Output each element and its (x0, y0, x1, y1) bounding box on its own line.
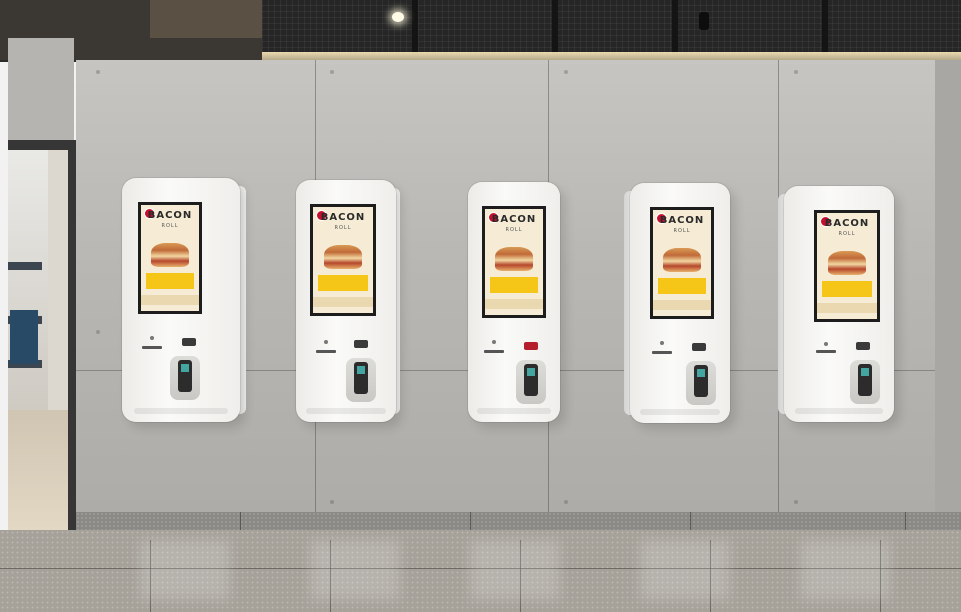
card-reader[interactable] (178, 360, 192, 392)
payment-bay (516, 360, 546, 404)
floor-reflection (140, 540, 230, 600)
status-light (150, 336, 154, 340)
payment-bay (850, 360, 880, 404)
promo-title: BACON (824, 218, 870, 229)
doorway (8, 150, 74, 530)
promo-yellow-band (317, 275, 369, 291)
payment-bay (346, 358, 376, 402)
bacon-roll-image (323, 245, 363, 269)
promo-subtitle: ROLL (838, 231, 856, 237)
promo-footer-strip (485, 299, 543, 309)
wall-anchor (96, 330, 100, 334)
bacon-roll-image (827, 251, 867, 275)
card-slot (484, 350, 504, 353)
ordering-kiosk: BACON ROLL (468, 182, 560, 422)
promo-footer-strip (653, 300, 711, 310)
kiosk-touchscreen[interactable]: BACON ROLL (814, 210, 880, 322)
promo-subtitle: ROLL (673, 228, 691, 234)
floor-reflection (310, 540, 400, 600)
promo-title: BACON (491, 214, 537, 225)
promo-footer-strip (817, 303, 877, 313)
ceiling-beam (672, 0, 678, 54)
back-room-floor (8, 410, 74, 530)
status-light (492, 340, 496, 344)
bacon-roll-image (495, 247, 533, 271)
card-slot (652, 351, 672, 354)
promo-title: BACON (320, 212, 366, 223)
ceiling-spotlight (392, 12, 404, 22)
back-room (8, 150, 48, 410)
promo-yellow-band (821, 281, 873, 297)
right-wall-panel (935, 60, 961, 545)
wall-anchor (794, 500, 798, 504)
kiosk-base (795, 408, 883, 414)
ordering-kiosk: BACON ROLL (296, 180, 400, 422)
floor-reflection (640, 540, 730, 600)
kiosk-touchscreen[interactable]: BACON ROLL (482, 206, 546, 318)
card-reader[interactable] (354, 362, 368, 394)
status-light (324, 340, 328, 344)
promo-subtitle: ROLL (161, 223, 179, 229)
left-wall-panel (8, 38, 74, 150)
security-camera (699, 12, 709, 30)
status-light (660, 341, 664, 345)
kiosk-touchscreen[interactable]: BACON ROLL (650, 207, 714, 319)
wall-anchor (330, 70, 334, 74)
ceiling-beam (412, 0, 418, 54)
ordering-kiosk: BACON ROLL (624, 183, 730, 423)
kiosk-touchscreen[interactable]: BACON ROLL (310, 204, 376, 316)
back-room-equipment (10, 310, 38, 364)
receipt-printer (182, 338, 196, 346)
bacon-roll-image (663, 248, 701, 272)
receipt-printer (692, 343, 706, 351)
promo-yellow-band (145, 273, 195, 289)
wall-anchor (96, 70, 100, 74)
wall-anchor (330, 500, 334, 504)
promo-footer-strip (313, 297, 373, 307)
bacon-roll-image (151, 243, 189, 267)
receipt-printer (524, 342, 538, 350)
receipt-printer (354, 340, 368, 348)
wall-anchor (794, 70, 798, 74)
ceiling-grid (262, 0, 961, 54)
card-slot (142, 346, 162, 349)
promo-title: BACON (659, 215, 705, 226)
kiosk-base (133, 408, 229, 414)
door-frame (68, 140, 76, 540)
kiosk-base (477, 408, 551, 414)
wall-anchor (564, 70, 568, 74)
card-slot (316, 350, 336, 353)
promo-yellow-band (489, 277, 539, 293)
card-reader[interactable] (524, 364, 538, 396)
payment-bay (686, 361, 716, 405)
door-lintel (8, 140, 76, 150)
ordering-kiosk: BACON ROLL (778, 186, 894, 422)
kiosk-scene: BACON ROLL BACON ROLL BACON ROLL BACON R… (0, 0, 961, 612)
promo-subtitle: ROLL (334, 225, 352, 231)
promo-footer-strip (141, 295, 199, 305)
ceiling-beam (822, 0, 828, 54)
floor-reflection (470, 540, 560, 600)
status-light (824, 342, 828, 346)
wall-anchor (564, 500, 568, 504)
promo-subtitle: ROLL (505, 227, 523, 233)
kiosk-touchscreen[interactable]: BACON ROLL (138, 202, 202, 314)
card-reader[interactable] (858, 364, 872, 396)
payment-bay (170, 356, 200, 400)
receipt-printer (856, 342, 870, 350)
ceiling-beam (552, 0, 558, 54)
promo-title: BACON (147, 210, 193, 221)
ordering-kiosk: BACON ROLL (122, 178, 246, 422)
card-slot (816, 350, 836, 353)
kiosk-base (640, 409, 720, 415)
floor-reflection (800, 540, 890, 600)
back-room-shelf (8, 262, 42, 270)
card-reader[interactable] (694, 365, 708, 397)
kiosk-base (306, 408, 386, 414)
promo-yellow-band (657, 278, 707, 294)
